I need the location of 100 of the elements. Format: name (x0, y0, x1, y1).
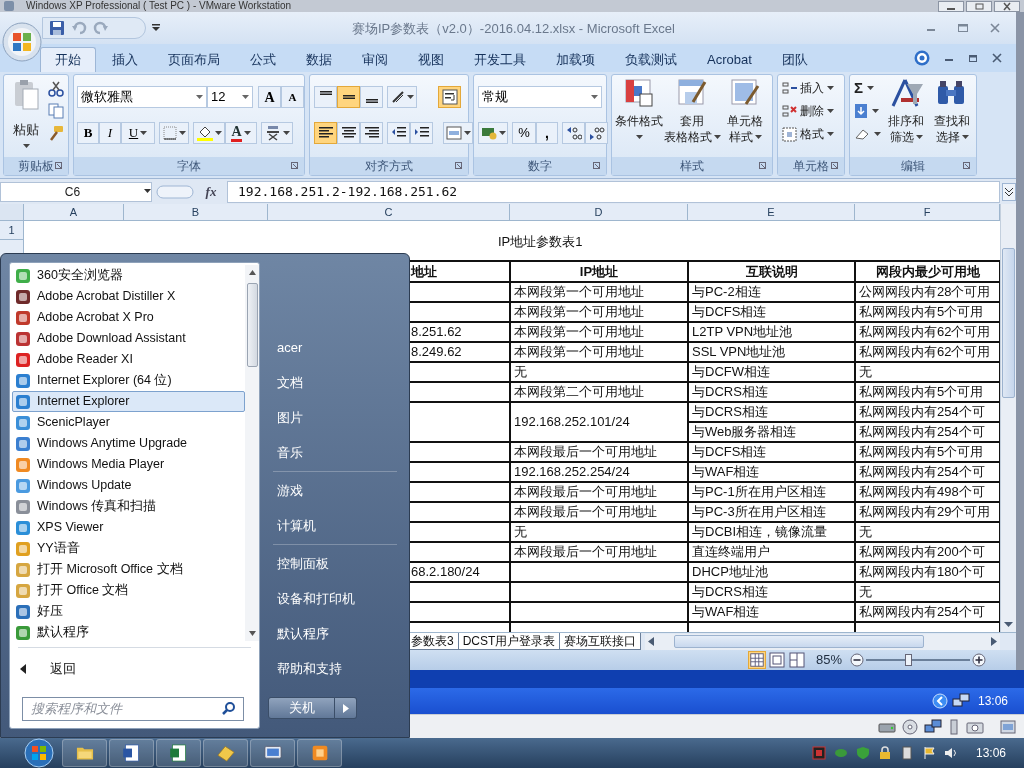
ribbon-tab[interactable]: 数据 (292, 47, 346, 72)
grow-font-button[interactable]: A (258, 86, 281, 108)
shutdown-button[interactable]: 关机 (268, 697, 335, 719)
align-left-button[interactable] (314, 122, 337, 144)
ribbon-tab[interactable]: 开始 (40, 47, 96, 72)
column-header[interactable]: C (268, 204, 510, 220)
network-adapter-icon[interactable] (924, 718, 942, 735)
program-item[interactable]: YY语音 (12, 538, 245, 559)
program-item[interactable]: XPS Viewer (12, 517, 245, 538)
program-item[interactable]: Internet Explorer (64 位) (12, 370, 245, 391)
program-item[interactable]: Windows Anytime Upgrade (12, 433, 245, 454)
cell-styles-icon[interactable] (730, 78, 760, 108)
caret-icon[interactable] (463, 130, 471, 136)
search-icon[interactable] (222, 701, 236, 715)
start-menu-link[interactable]: 音乐 (267, 435, 403, 470)
caret-icon[interactable] (754, 134, 762, 140)
cells-button[interactable]: 格式 (782, 124, 834, 144)
lock-icon[interactable] (877, 746, 892, 760)
align-right-icon[interactable] (363, 127, 380, 139)
zoom-slider[interactable] (866, 653, 970, 667)
zoom-in-icon[interactable] (972, 653, 986, 667)
scissors-icon[interactable] (48, 81, 64, 97)
percent-button[interactable]: % (512, 122, 536, 144)
start-menu-link[interactable]: 计算机 (267, 508, 403, 543)
caret-icon[interactable] (282, 130, 290, 136)
column-header[interactable]: D (510, 204, 688, 220)
caret-icon[interactable] (243, 130, 251, 136)
sheet-tab[interactable]: 参数表3 (407, 633, 459, 650)
program-item[interactable]: ScenicPlayer (12, 412, 245, 433)
dialog-launcher-icon[interactable] (759, 162, 766, 169)
ribbon-tab[interactable]: 审阅 (348, 47, 402, 72)
copy-icon[interactable] (48, 103, 64, 119)
normal-view-icon[interactable] (747, 651, 766, 669)
close-icon[interactable] (990, 23, 1000, 33)
program-item[interactable]: 默认程序 (12, 622, 245, 643)
merge-center-button[interactable] (443, 122, 473, 144)
chevron-left-icon[interactable] (931, 693, 948, 709)
program-item[interactable]: 360安全浏览器 (12, 265, 245, 286)
font-size-field[interactable]: 12 (207, 86, 253, 108)
column-header[interactable]: E (688, 204, 855, 220)
number-format-field[interactable]: 常规 (478, 86, 602, 108)
font-color-button[interactable]: A (225, 122, 257, 144)
format-as-table-icon[interactable] (677, 78, 707, 108)
scrollbar-thumb[interactable] (246, 283, 258, 367)
dialog-launcher-icon[interactable] (455, 162, 462, 169)
caret-icon[interactable] (214, 130, 222, 136)
caret-icon[interactable] (827, 131, 834, 137)
font-name-field[interactable]: 微软雅黑 (77, 86, 207, 108)
conditional-formatting-button[interactable]: 条件格式 (614, 78, 664, 145)
caret-icon[interactable] (635, 135, 643, 140)
help-icon[interactable] (914, 50, 930, 66)
caret-icon[interactable] (961, 134, 969, 140)
center-icon[interactable] (340, 127, 357, 139)
start-menu-link[interactable]: 设备和打印机 (267, 581, 403, 616)
ribbon-tab[interactable]: 插入 (98, 47, 152, 72)
decrease-indent-icon[interactable] (390, 127, 407, 139)
center-button[interactable] (337, 122, 360, 144)
fill-button[interactable] (854, 101, 881, 121)
program-item[interactable]: Adobe Reader XI (12, 349, 245, 370)
ribbon-tab[interactable]: 负载测试 (611, 47, 691, 72)
orientation-icon[interactable] (390, 90, 405, 104)
currency-format-button[interactable] (478, 122, 508, 144)
decrease-indent-button[interactable] (387, 122, 410, 144)
cell-styles-button[interactable]: 单元格 样式 (720, 78, 770, 145)
borders-button[interactable] (159, 122, 189, 144)
restore-icon[interactable] (968, 53, 978, 63)
shutdown-options-button[interactable] (335, 697, 357, 719)
increase-indent-button[interactable] (410, 122, 433, 144)
flag-icon[interactable] (921, 746, 936, 760)
triangle-arrow-icon[interactable] (20, 664, 26, 674)
ribbon-tab[interactable]: 开发工具 (460, 47, 540, 72)
comma-button[interactable]: , (536, 122, 558, 144)
conditional-formatting-icon[interactable] (624, 78, 654, 108)
shrink-font-button[interactable]: A (281, 86, 304, 108)
caret-icon[interactable] (713, 134, 721, 140)
camera-icon[interactable] (966, 719, 984, 734)
ribbon-tab[interactable]: 公式 (236, 47, 290, 72)
underline-button[interactable]: U (121, 122, 155, 144)
middle-align-button[interactable] (337, 86, 360, 108)
ribbon-tab[interactable]: 团队 (767, 47, 822, 72)
sheet-tab[interactable]: 赛场互联接口 (560, 633, 642, 650)
ribbon-tab[interactable]: 页面布局 (154, 47, 234, 72)
fill-color-icon[interactable] (196, 125, 213, 141)
caret-icon[interactable] (827, 85, 834, 91)
caret-icon[interactable] (242, 94, 249, 100)
fill-color-button[interactable] (193, 122, 225, 144)
ribbon-tab[interactable]: 视图 (404, 47, 458, 72)
program-item[interactable]: 打开 Office 文档 (12, 580, 245, 601)
scroll-down-icon[interactable] (1004, 622, 1013, 628)
column-header[interactable]: B (124, 204, 268, 220)
format-painter-icon[interactable] (48, 125, 64, 141)
zoom-out-icon[interactable] (850, 653, 864, 667)
insert-function-button[interactable]: fx (195, 181, 227, 202)
zoom-level[interactable]: 85% (815, 650, 842, 670)
ribbon-tab[interactable]: Acrobat (693, 47, 766, 72)
increase-indent-icon[interactable] (413, 127, 430, 139)
caret-icon[interactable] (827, 108, 834, 114)
customize-icon[interactable] (152, 24, 160, 32)
program-item[interactable]: Adobe Acrobat Distiller X (12, 286, 245, 307)
close-icon[interactable] (994, 0, 1020, 12)
